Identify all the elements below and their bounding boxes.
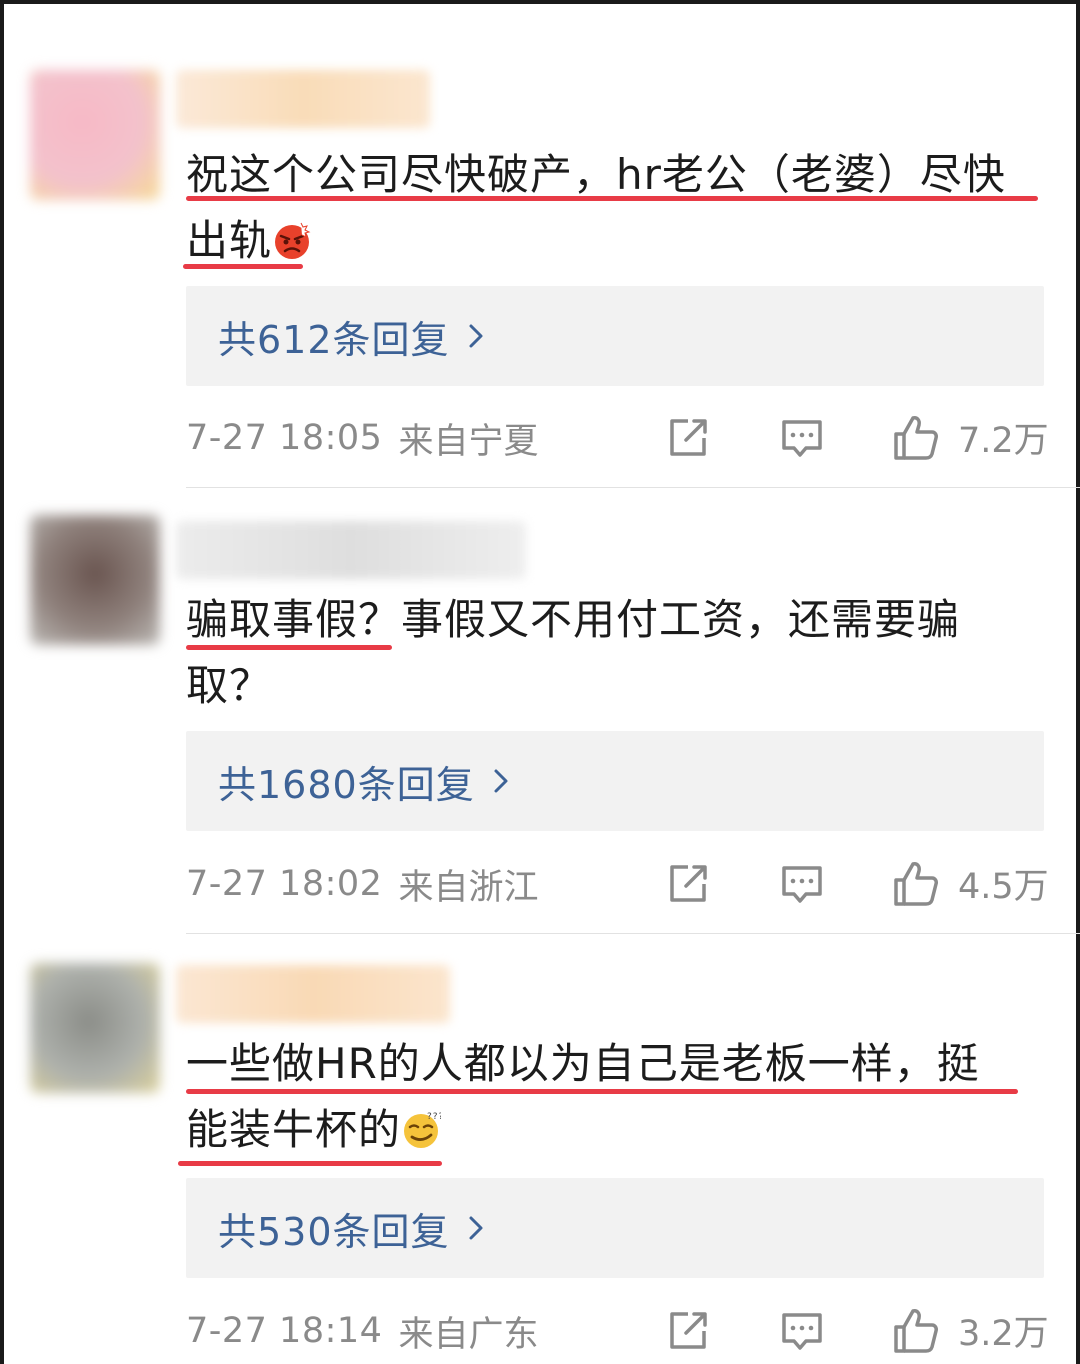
share-button[interactable] bbox=[666, 416, 710, 460]
like-button[interactable]: 7.2万 bbox=[892, 412, 1049, 463]
highlight-underline bbox=[186, 196, 1038, 201]
like-icon bbox=[894, 861, 938, 906]
share-icon bbox=[670, 1312, 707, 1349]
like-count: 3.2万 bbox=[958, 1314, 1049, 1354]
like-icon bbox=[894, 415, 938, 460]
smirk-face-emoji: ??? bbox=[404, 1112, 441, 1148]
comment-time: 7-27 18:02 bbox=[186, 864, 383, 904]
like-button[interactable]: 4.5万 bbox=[892, 858, 1049, 909]
chevron-right-icon bbox=[469, 1216, 483, 1240]
share-button[interactable] bbox=[666, 1309, 710, 1353]
view-replies-button[interactable]: 共612条回复 bbox=[186, 286, 1044, 386]
chevron-right-icon bbox=[469, 324, 483, 348]
comment-divider bbox=[186, 933, 1080, 934]
comment-button[interactable] bbox=[780, 864, 824, 906]
like-icon bbox=[894, 1308, 938, 1353]
comment-text-line: 一些做HR的人都以为自己是老板一样，挺 bbox=[186, 1039, 980, 1088]
comment-text-line: 取？ bbox=[186, 661, 273, 710]
avatar[interactable] bbox=[30, 963, 160, 1093]
comment-button[interactable] bbox=[780, 1311, 824, 1353]
highlight-underline bbox=[186, 645, 392, 650]
share-icon bbox=[670, 865, 707, 902]
comment-location: 来自浙江 bbox=[398, 867, 539, 908]
comment-text: 一些做HR的人都以为自己是老板一样，挺 能装牛杯的 ??? bbox=[186, 1031, 1046, 1163]
comment-text-line: 骗取事假？事假又不用付工资，还需要骗 bbox=[186, 595, 961, 644]
comment-location: 来自宁夏 bbox=[398, 421, 539, 462]
comment-text-line: 出轨 bbox=[186, 208, 1046, 274]
chevron-right-icon bbox=[494, 769, 508, 793]
username-blurred[interactable] bbox=[176, 70, 430, 128]
username-blurred[interactable] bbox=[176, 521, 526, 579]
view-replies-button[interactable]: 共530条回复 bbox=[186, 1178, 1044, 1278]
comment-icon bbox=[782, 866, 822, 903]
reply-count-label: 共530条回复 bbox=[218, 1209, 450, 1254]
highlight-underline bbox=[186, 1089, 1018, 1094]
reply-count-label: 共1680条回复 bbox=[218, 762, 475, 807]
view-replies-button[interactable]: 共1680条回复 bbox=[186, 731, 1044, 831]
comment-time: 7-27 18:05 bbox=[186, 418, 383, 458]
highlight-underline bbox=[183, 264, 303, 269]
comment-time: 7-27 18:14 bbox=[186, 1311, 383, 1351]
comment-text: 骗取事假？事假又不用付工资，还需要骗 取？ bbox=[186, 587, 1046, 719]
reply-count-label: 共612条回复 bbox=[218, 317, 450, 362]
avatar[interactable] bbox=[30, 70, 160, 200]
comment-button[interactable] bbox=[780, 418, 824, 460]
comment-icon bbox=[782, 420, 822, 457]
like-button[interactable]: 3.2万 bbox=[892, 1305, 1049, 1356]
comment-text: 祝这个公司尽快破产，hr老公（老婆）尽快 出轨 bbox=[186, 142, 1046, 274]
share-button[interactable] bbox=[666, 862, 710, 906]
like-count: 7.2万 bbox=[958, 421, 1049, 461]
highlight-underline bbox=[178, 1161, 442, 1166]
comment-divider bbox=[186, 487, 1080, 488]
like-count: 4.5万 bbox=[958, 867, 1049, 907]
avatar[interactable] bbox=[30, 515, 160, 645]
comment-icon bbox=[782, 1313, 822, 1350]
comment-text-line: 能装牛杯的 ??? bbox=[186, 1097, 1046, 1163]
svg-text:???: ??? bbox=[427, 1112, 441, 1122]
share-icon bbox=[670, 419, 707, 456]
angry-face-emoji bbox=[275, 222, 311, 259]
comment-location: 来自广东 bbox=[398, 1314, 539, 1355]
username-blurred[interactable] bbox=[176, 965, 450, 1023]
